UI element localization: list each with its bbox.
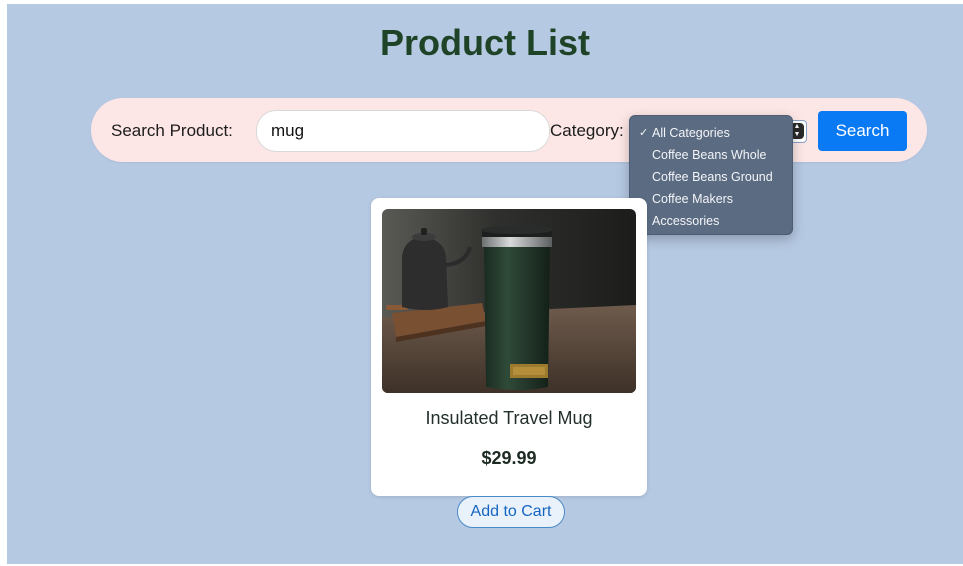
- dropdown-option-coffee-beans-whole[interactable]: Coffee Beans Whole: [630, 144, 792, 166]
- dropdown-option-accessories[interactable]: Accessories: [630, 210, 792, 232]
- add-to-cart-button[interactable]: Add to Cart: [457, 496, 565, 528]
- checkmark-icon: ✓: [639, 127, 649, 139]
- product-image: [382, 209, 636, 393]
- dropdown-option-label: Accessories: [652, 214, 720, 228]
- dropdown-option-coffee-makers[interactable]: Coffee Makers: [630, 188, 792, 210]
- product-card: Insulated Travel Mug $29.99: [371, 198, 647, 496]
- search-input[interactable]: [256, 110, 550, 152]
- page-title: Product List: [379, 22, 590, 63]
- dropdown-option-label: All Categories: [652, 126, 730, 140]
- search-label: Search Product:: [111, 121, 233, 140]
- category-label: Category:: [550, 121, 624, 140]
- category-dropdown: ✓ All Categories Coffee Beans Whole Coff…: [629, 115, 793, 235]
- dropdown-option-all-categories[interactable]: ✓ All Categories: [630, 122, 792, 144]
- product-price: $29.99: [481, 448, 537, 468]
- product-name: Insulated Travel Mug: [425, 408, 593, 428]
- search-bar: Search Product: Category: ▲▼ Search: [91, 98, 927, 162]
- dropdown-option-label: Coffee Beans Whole: [652, 148, 767, 162]
- page: Product List Search Product: Category: ▲…: [7, 4, 963, 564]
- dropdown-option-label: Coffee Beans Ground: [652, 170, 773, 184]
- dropdown-option-coffee-beans-ground[interactable]: Coffee Beans Ground: [630, 166, 792, 188]
- search-button[interactable]: Search: [818, 111, 907, 151]
- dropdown-option-label: Coffee Makers: [652, 192, 734, 206]
